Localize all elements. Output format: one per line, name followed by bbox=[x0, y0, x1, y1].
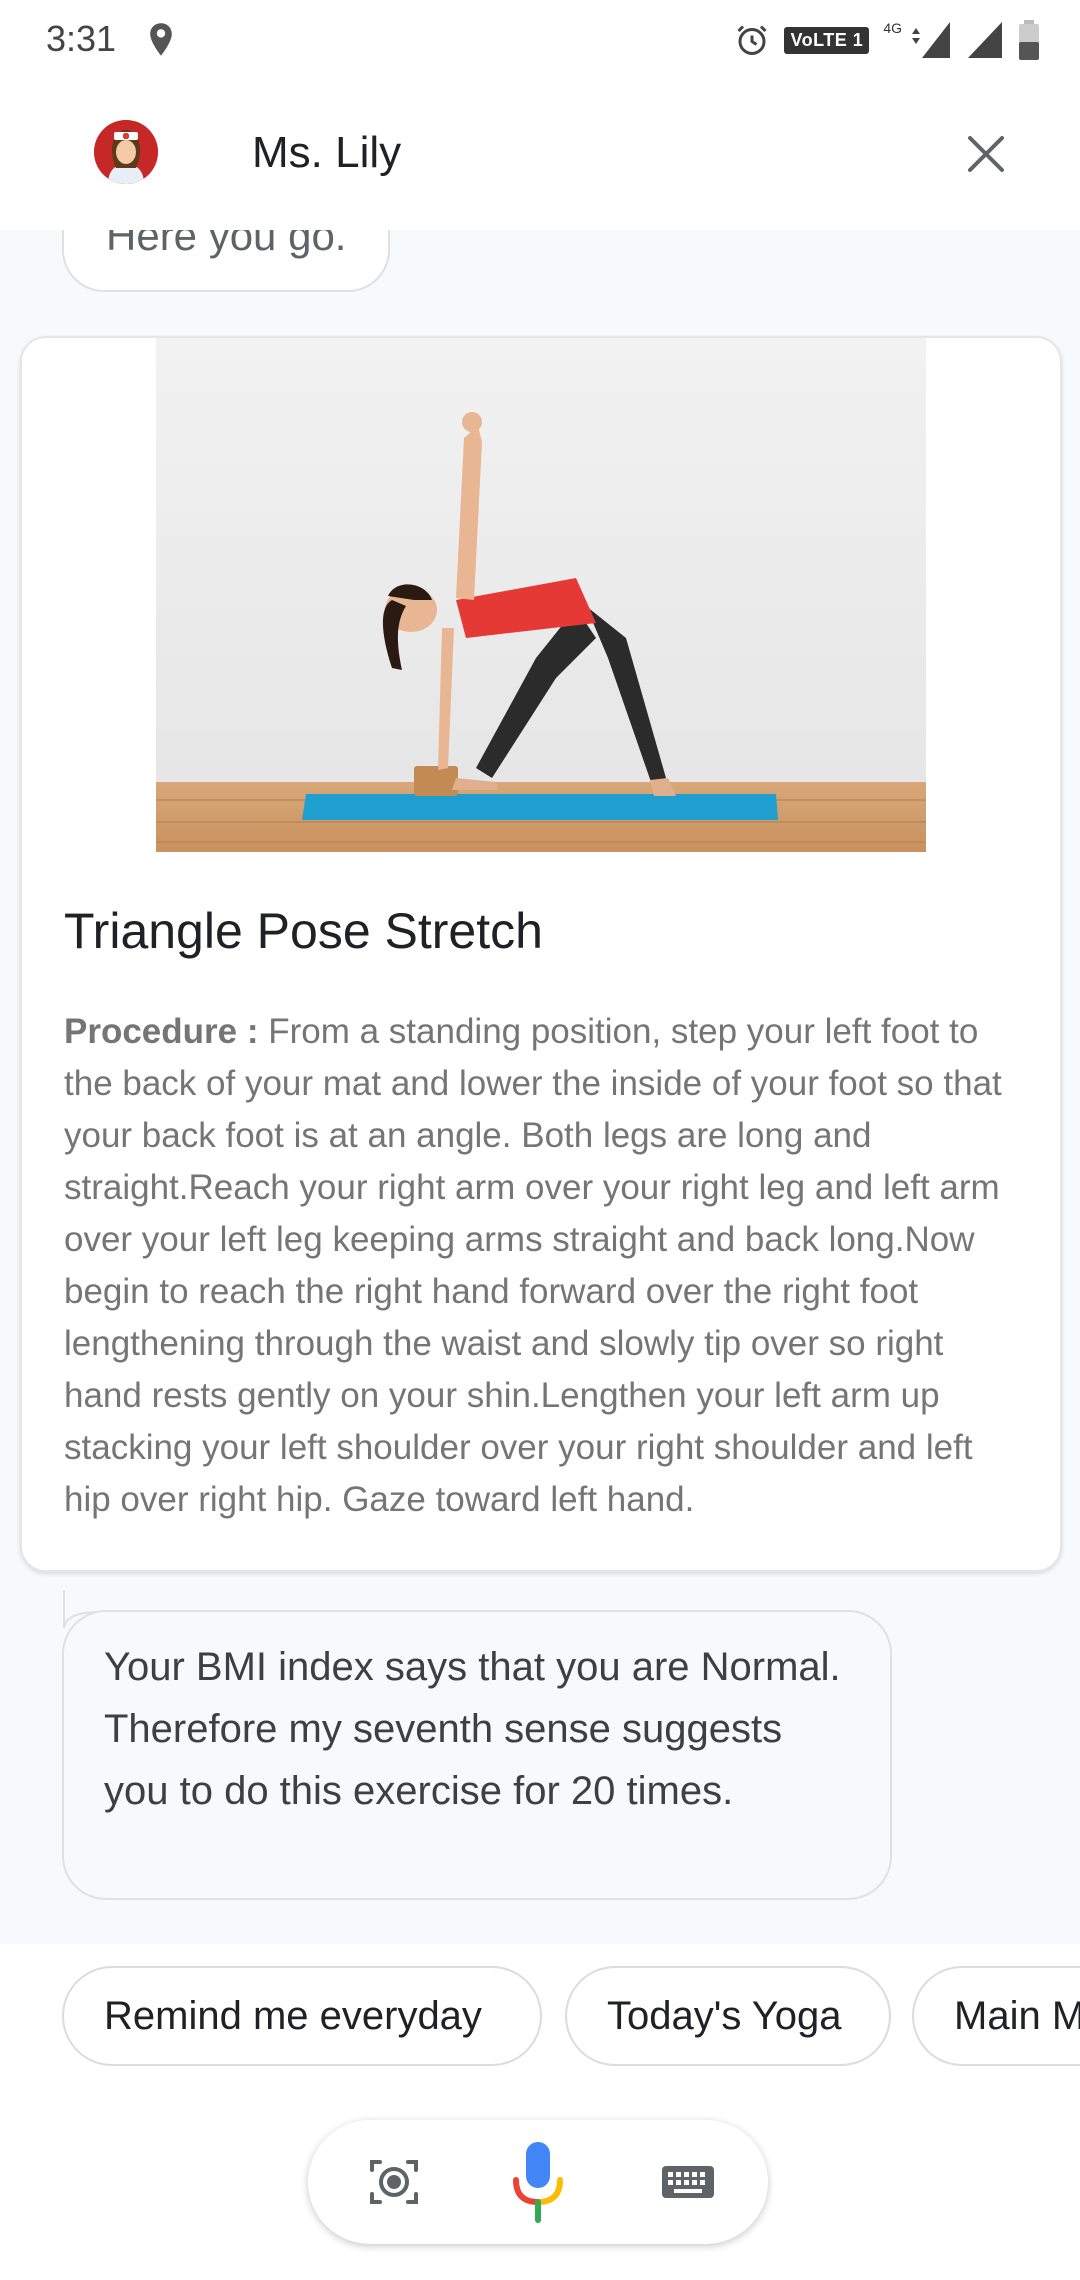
status-icons: VoLTE 1 4G bbox=[734, 18, 1040, 62]
status-time: 3:31 bbox=[46, 18, 117, 59]
exercise-title: Triangle Pose Stretch bbox=[64, 903, 543, 959]
procedure-text: From a standing position, step your left… bbox=[64, 1012, 1002, 1519]
keyboard-button[interactable] bbox=[658, 2152, 718, 2212]
lens-button[interactable] bbox=[364, 2152, 424, 2212]
yoga-pose-illustration bbox=[156, 338, 926, 852]
avatar bbox=[94, 120, 158, 184]
signal-icon-2 bbox=[968, 22, 1002, 58]
bmi-message-bubble: Your BMI index says that you are Normal.… bbox=[62, 1610, 892, 1900]
keyboard-icon bbox=[662, 2166, 714, 2198]
suggestion-chips: Remind me everyday Today's Yoga Main M bbox=[0, 1944, 1080, 2084]
exercise-procedure: Procedure : From a standing position, st… bbox=[64, 1006, 1024, 1526]
chip-todays-yoga[interactable]: Today's Yoga bbox=[565, 1966, 891, 2066]
bmi-message-text: Your BMI index says that you are Normal.… bbox=[104, 1645, 841, 1813]
exercise-card[interactable]: Triangle Pose Stretch Procedure : From a… bbox=[20, 336, 1062, 1572]
alarm-icon bbox=[737, 25, 768, 55]
close-button[interactable] bbox=[956, 124, 1016, 184]
agent-name: Ms. Lily bbox=[252, 128, 402, 177]
microphone-button[interactable] bbox=[508, 2140, 568, 2224]
conversation-area[interactable]: Here you go. Triangle Pose Stretch Proce… bbox=[0, 200, 1080, 1944]
microphone-icon bbox=[513, 2142, 563, 2223]
nurse-avatar-icon bbox=[94, 120, 158, 184]
volte-badge: VoLTE 1 bbox=[784, 26, 870, 54]
exercise-image bbox=[156, 338, 926, 852]
assistant-header: Ms. Lily bbox=[0, 80, 1080, 230]
network-type: 4G bbox=[883, 20, 902, 36]
battery-icon bbox=[1019, 20, 1039, 60]
lens-icon bbox=[370, 2160, 418, 2204]
location-icon bbox=[150, 23, 172, 56]
procedure-label: Procedure : bbox=[64, 1012, 259, 1051]
status-bar: 3:31 VoLTE 1 4G bbox=[0, 0, 1080, 80]
close-icon bbox=[968, 136, 1004, 172]
chip-remind-me-everyday[interactable]: Remind me everyday bbox=[62, 1966, 542, 2066]
assistant-input-bar bbox=[308, 2120, 768, 2244]
chip-main-menu[interactable]: Main M bbox=[912, 1966, 1080, 2066]
signal-icon bbox=[912, 22, 950, 58]
